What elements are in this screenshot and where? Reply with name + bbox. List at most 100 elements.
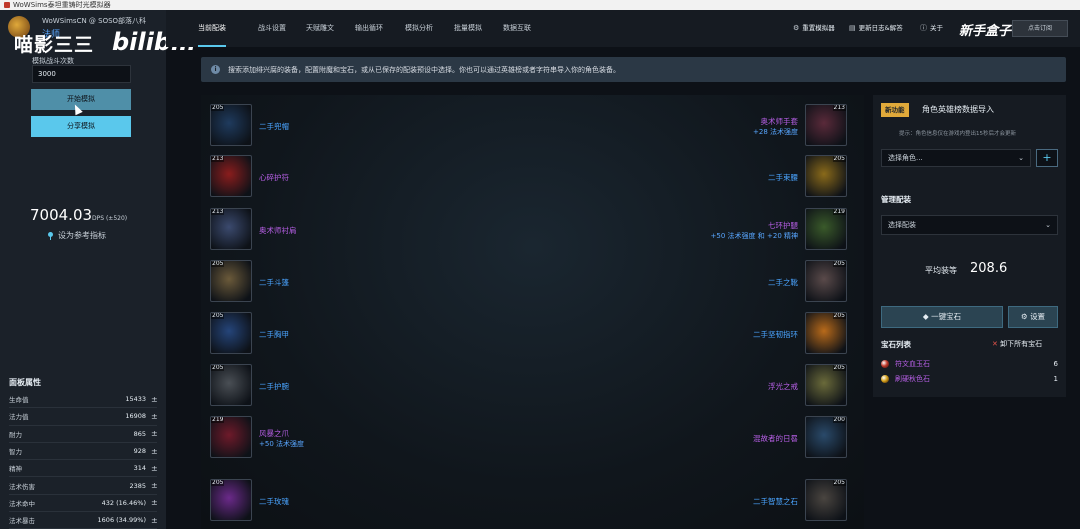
gear-slot-icon[interactable]: 205 xyxy=(805,155,847,197)
subscribe-button[interactable]: 点击订阅 xyxy=(1012,20,1068,37)
gear-slot-icon[interactable]: 213 xyxy=(210,208,252,250)
item-level: 205 xyxy=(832,479,846,486)
item-name[interactable]: 二手坚韧指环 xyxy=(753,329,798,340)
window-title: WoWSims泰坦重铸时光模拟器 xyxy=(13,1,111,9)
window-titlebar: WoWSims泰坦重铸时光模拟器 xyxy=(0,0,1080,10)
item-name[interactable]: 奥术师手套 xyxy=(761,116,799,127)
compare-icon[interactable]: ± xyxy=(151,464,158,473)
tab-data-sync[interactable]: 数据互联 xyxy=(503,10,531,47)
item-name[interactable]: 二手胸甲 xyxy=(259,329,289,340)
item-level: 213 xyxy=(832,104,846,111)
character-select-value: 选择角色... xyxy=(888,154,923,162)
gems-title: 宝石列表 xyxy=(881,340,911,349)
item-name[interactable]: 七环护腿 xyxy=(768,220,798,231)
stat-name: 法术伤害 xyxy=(9,482,35,491)
gear-slot-icon[interactable]: 200 xyxy=(805,416,847,458)
manage-presets-title: 管理配装 xyxy=(881,195,911,204)
about-link[interactable]: ⓘ 关于 xyxy=(920,10,943,47)
gear-slot-icon[interactable]: 205 xyxy=(210,312,252,354)
item-level: 213 xyxy=(211,155,225,162)
new-feature-badge: 新功能 xyxy=(881,103,909,117)
item-name[interactable]: 二手玫瑰 xyxy=(259,496,289,507)
gear-slot-icon[interactable]: 205 xyxy=(805,312,847,354)
watermark-left: 喵影三三 xyxy=(14,34,95,56)
stat-name: 精神 xyxy=(9,465,22,474)
stat-row: 智力 928 ± xyxy=(9,443,158,461)
stat-value: 865 xyxy=(133,429,146,438)
share-sim-button[interactable]: 分享模拟 xyxy=(31,116,131,137)
tab-analysis[interactable]: 模拟分析 xyxy=(405,10,433,47)
info-icon: ⓘ xyxy=(920,24,927,32)
dps-value: 7004.03 xyxy=(30,206,93,224)
item-level: 205 xyxy=(211,312,225,319)
stat-value: 16908 xyxy=(125,412,146,421)
tab-talents[interactable]: 天赋雕文 xyxy=(306,10,334,47)
changelog-link[interactable]: ▤ 更新日志&解答 xyxy=(849,10,903,47)
settings-label: 设置 xyxy=(1030,312,1046,321)
gear-slot-icon[interactable]: 219 xyxy=(210,416,252,458)
add-character-button[interactable]: + xyxy=(1036,149,1058,167)
compare-icon[interactable]: ± xyxy=(151,412,158,421)
item-name[interactable]: 二手智慧之石 xyxy=(753,496,798,507)
item-name[interactable]: 风暴之爪 xyxy=(259,428,289,439)
stat-value: 432 (16.46%) xyxy=(101,498,146,507)
item-name[interactable]: 心碎护符 xyxy=(259,172,289,183)
compare-icon[interactable]: ± xyxy=(151,395,158,404)
gear-slot-icon[interactable]: 219 xyxy=(805,208,847,250)
preset-select[interactable]: 选择配装 ⌄ xyxy=(881,215,1058,235)
iterations-input[interactable]: 3000 xyxy=(32,65,131,83)
gear-slot-icon[interactable]: 213 xyxy=(210,155,252,197)
item-level: 219 xyxy=(211,416,225,423)
gear-slot-icon[interactable]: 205 xyxy=(210,260,252,302)
item-level: 213 xyxy=(211,208,225,215)
start-sim-button[interactable]: 开始模拟 xyxy=(31,89,131,110)
item-name[interactable]: 奥术师衬肩 xyxy=(259,225,297,236)
gear-slot-icon[interactable]: 213 xyxy=(805,104,847,146)
gear-slot-icon[interactable]: 205 xyxy=(805,364,847,406)
gear-slot-icon[interactable]: 205 xyxy=(210,104,252,146)
set-reference-link[interactable]: 设为参考指标 xyxy=(48,230,106,241)
item-name[interactable]: 二手束腰 xyxy=(768,172,798,183)
item-name[interactable]: 二手之靴 xyxy=(768,277,798,288)
compare-icon[interactable]: ± xyxy=(151,429,158,438)
item-level: 205 xyxy=(211,104,225,111)
stat-row: 法术伤害 2385 ± xyxy=(9,477,158,495)
gear-slot-icon[interactable]: 205 xyxy=(805,260,847,302)
import-title: 角色英雄榜数据导入 xyxy=(922,105,994,114)
gear-slot-icon[interactable]: 205 xyxy=(805,479,847,521)
item-name[interactable]: 二手护腕 xyxy=(259,381,289,392)
chevron-down-icon: ⌄ xyxy=(1018,154,1024,162)
changelog-label: 更新日志&解答 xyxy=(858,24,903,32)
clear-gems-button[interactable]: ✕ 卸下所有宝石 xyxy=(992,339,1042,349)
gem-list-item[interactable]: 刷硬秋色石 1 xyxy=(881,374,1058,384)
stat-value: 2385 xyxy=(129,481,146,490)
tab-current-gear[interactable]: 当前配装 xyxy=(198,10,226,47)
item-name[interactable]: 浮光之戒 xyxy=(768,381,798,392)
import-panel: 新功能 角色英雄榜数据导入 提示：角色信息仅在游戏内登出15秒后才会更新 选择角… xyxy=(873,95,1066,397)
stat-value: 928 xyxy=(133,447,146,456)
character-select[interactable]: 选择角色... ⌄ xyxy=(881,149,1031,167)
item-enchant: +28 法术强度 xyxy=(753,128,798,136)
tab-rotation[interactable]: 输出循环 xyxy=(355,10,383,47)
gear-slot-icon[interactable]: 205 xyxy=(210,479,252,521)
settings-button[interactable]: ⚙ 设置 xyxy=(1008,306,1058,328)
stats-title: 面板属性 xyxy=(9,378,41,387)
app-icon xyxy=(4,2,10,8)
reset-sim-link[interactable]: ⚙ 重置模拟器 xyxy=(793,10,835,47)
item-enchant: +50 法术强度 xyxy=(259,440,304,448)
item-name[interactable]: 混故者的日晷 xyxy=(753,433,798,444)
reset-sim-label: 重置模拟器 xyxy=(802,24,835,32)
compare-icon[interactable]: ± xyxy=(151,498,158,507)
gear-slot-icon[interactable]: 205 xyxy=(210,364,252,406)
gem-list-item[interactable]: 符文血玉石 6 xyxy=(881,359,1058,369)
compare-icon[interactable]: ± xyxy=(151,447,158,456)
item-name[interactable]: 二手斗篷 xyxy=(259,277,289,288)
auto-gem-button[interactable]: ◆ 一键宝石 xyxy=(881,306,1003,328)
tab-encounter[interactable]: 战斗设置 xyxy=(258,10,286,47)
compare-icon[interactable]: ± xyxy=(151,516,158,525)
tab-batch[interactable]: 批量模拟 xyxy=(454,10,482,47)
stat-name: 智力 xyxy=(9,448,22,457)
gem-icon xyxy=(881,360,889,368)
compare-icon[interactable]: ± xyxy=(151,481,158,490)
item-name[interactable]: 二手兜帽 xyxy=(259,121,289,132)
